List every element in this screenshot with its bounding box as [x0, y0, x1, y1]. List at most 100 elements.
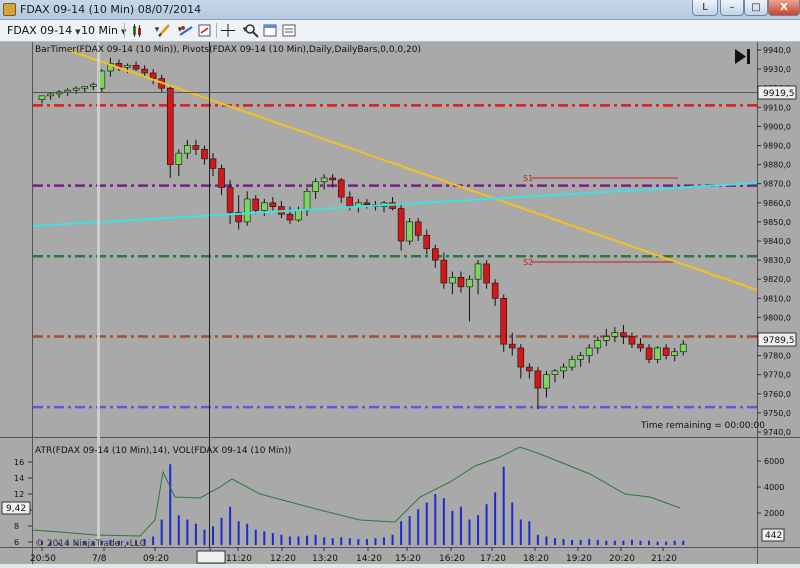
- candle-body: [149, 72, 157, 79]
- volume-bar: [588, 539, 591, 545]
- y-tick-label: 9800,0: [763, 313, 791, 322]
- candle-body: [662, 347, 670, 356]
- toolbar-divider: [124, 23, 125, 38]
- y-tick-label: 9900,0: [763, 122, 791, 131]
- properties-icon[interactable]: [262, 23, 278, 38]
- volume-bar: [314, 534, 317, 545]
- chart-area[interactable]: 9940,09930,09920,09910,09900,09890,09880…: [0, 42, 800, 564]
- candle-body: [414, 221, 422, 236]
- restore-button[interactable]: –: [720, 0, 744, 16]
- volume-bar: [400, 521, 403, 545]
- chart-window: FDAX 09-14 (10 Min) 08/07/2014 L – □ X F…: [0, 0, 800, 564]
- atr-tick-label: 14: [14, 474, 24, 483]
- maximize-button[interactable]: □: [744, 0, 768, 16]
- y-tick-label: 9740,0: [763, 428, 791, 437]
- volume-bar: [194, 523, 197, 545]
- candle-body: [551, 370, 559, 376]
- volume-bar: [417, 509, 420, 545]
- volume-bar: [442, 498, 445, 545]
- candle-body: [337, 179, 345, 198]
- candle-body: [679, 343, 687, 353]
- candle-body: [543, 374, 550, 389]
- volume-bar: [348, 538, 351, 545]
- volume-bar: [622, 540, 625, 545]
- candle-body: [602, 336, 610, 341]
- volume-bar: [203, 529, 206, 545]
- volume-bar: [288, 536, 291, 545]
- volume-bar: [246, 523, 249, 545]
- candle-body: [577, 355, 584, 360]
- volume-bar: [639, 540, 642, 545]
- volume-bar: [562, 539, 565, 545]
- x-tick-label: 17:20: [480, 554, 506, 564]
- volume-bar: [323, 537, 326, 545]
- volume-bar: [434, 494, 437, 545]
- candle-body: [628, 336, 636, 345]
- zoom-icon[interactable]: [244, 23, 260, 38]
- instrument-label: FDAX 09-14: [7, 24, 73, 37]
- volume-bar: [648, 540, 651, 545]
- volume-bar: [613, 540, 616, 545]
- volume-bar: [451, 511, 454, 545]
- candle-body: [47, 93, 54, 97]
- volume-bar: [169, 464, 172, 545]
- chart-toolbar: FDAX 09-14▼ 10 Min▼ ▾ ▾ ▾: [0, 20, 800, 42]
- crosshair-price-text: 9919,5: [763, 89, 795, 99]
- candle-body: [423, 234, 431, 249]
- candle-body: [72, 87, 80, 91]
- candle-body: [500, 297, 508, 345]
- candle-body: [466, 278, 473, 288]
- time-remaining-text: Time remaining = 00:00:00: [640, 421, 765, 431]
- volume-bar: [220, 517, 223, 545]
- candle-body: [218, 168, 225, 188]
- close-button[interactable]: X: [768, 0, 800, 16]
- candle-body: [184, 145, 191, 154]
- atr-value-text: 9,42: [6, 504, 26, 514]
- candle-body: [457, 276, 465, 288]
- candle-body: [192, 145, 200, 150]
- candle-body: [406, 221, 413, 242]
- y-tick-label: 9780,0: [763, 352, 791, 361]
- window-title: FDAX 09-14 (10 Min) 08/07/2014: [20, 3, 202, 16]
- candle-body: [38, 95, 46, 100]
- candle-body: [346, 196, 354, 207]
- title-bar[interactable]: FDAX 09-14 (10 Min) 08/07/2014 L – □ X: [0, 0, 800, 20]
- price-panel[interactable]: [33, 42, 757, 437]
- toolbar-divider: [216, 23, 217, 38]
- x-tick-label: 20:50: [30, 554, 56, 564]
- crosshair-icon[interactable]: [220, 23, 236, 38]
- instrument-selector[interactable]: FDAX 09-14 ▼: [4, 22, 84, 39]
- minimize-button[interactable]: L: [692, 0, 718, 16]
- s1-label: S1: [523, 174, 533, 183]
- volume-bar: [383, 537, 385, 545]
- candle-body: [269, 202, 277, 207]
- volume-bar: [357, 539, 360, 545]
- candle-body: [440, 259, 448, 284]
- candle-body: [560, 366, 567, 372]
- candle-body: [260, 202, 268, 211]
- candle-body: [81, 85, 89, 89]
- draw-tool-icon[interactable]: [156, 23, 172, 38]
- volume-bar: [596, 539, 599, 545]
- indicator-settings-icon[interactable]: [197, 23, 213, 38]
- add-indicator-icon[interactable]: [178, 23, 194, 38]
- data-box-icon[interactable]: [281, 23, 297, 38]
- candle-body: [585, 347, 593, 356]
- volume-value-text: 442: [765, 531, 782, 541]
- bar-type-icon[interactable]: [130, 23, 146, 38]
- volume-bar: [468, 519, 471, 545]
- y-tick-label: 9830,0: [763, 256, 791, 265]
- candle-body: [431, 248, 439, 261]
- candle-body: [508, 343, 516, 349]
- candle-body: [491, 282, 499, 299]
- y-tick-label: 9870,0: [763, 180, 791, 189]
- interval-selector[interactable]: 10 Min▼: [78, 22, 129, 39]
- volume-bar: [519, 519, 522, 545]
- candle-body: [474, 263, 482, 280]
- x-tick-label: 12:20: [270, 554, 296, 564]
- volume-bar: [494, 492, 497, 545]
- volume-bar: [571, 539, 574, 545]
- volume-bar: [229, 506, 232, 545]
- y-tick-label: 9770,0: [763, 371, 791, 380]
- volume-bar: [579, 539, 582, 545]
